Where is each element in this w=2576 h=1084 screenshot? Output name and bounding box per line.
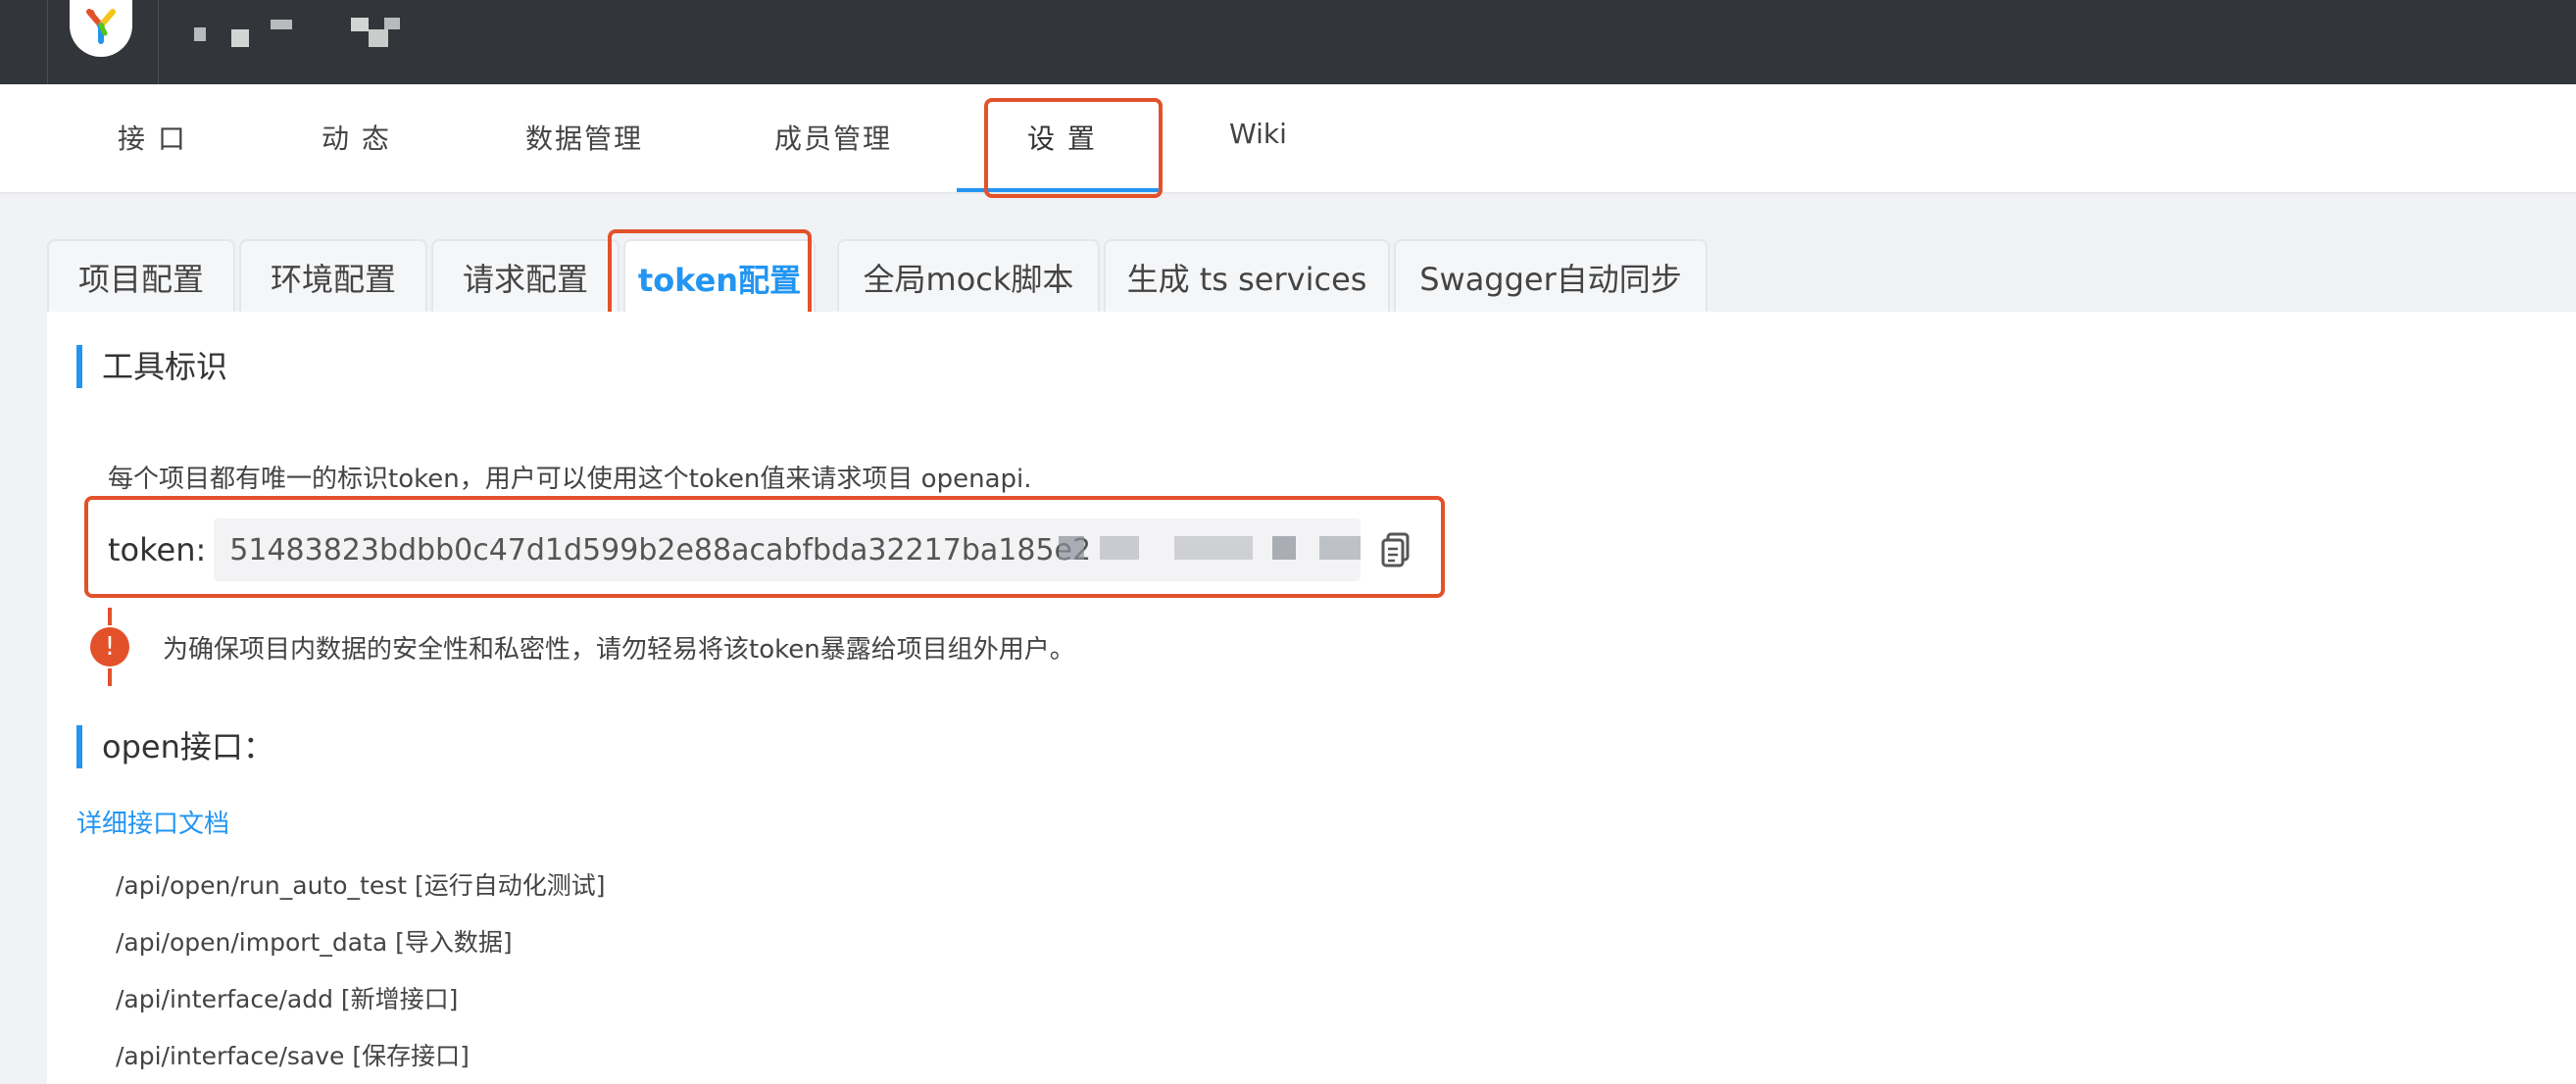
api-item: /api/interface/save [保存接口] <box>116 1042 470 1070</box>
token-config-panel: 工具标识 每个项目都有唯一的标识token，用户可以使用这个token值来请求项… <box>47 312 2576 1084</box>
api-docs-link[interactable]: 详细接口文档 <box>76 804 229 840</box>
api-item: /api/open/run_auto_test [运行自动化测试] <box>116 871 606 900</box>
tab-project-config[interactable]: 项目配置 <box>47 239 235 314</box>
tab-swagger-sync[interactable]: Swagger自动同步 <box>1394 239 1708 314</box>
exclamation-icon: ! <box>90 627 129 666</box>
token-warning: ! 为确保项目内数据的安全性和私密性，请勿轻易将该token暴露给项目组外用户。 <box>90 608 1075 686</box>
token-mask <box>1174 536 1254 560</box>
token-description: 每个项目都有唯一的标识token，用户可以使用这个token值来请求项目 ope… <box>108 465 1032 494</box>
tab-global-mock-script[interactable]: 全局mock脚本 <box>837 239 1100 314</box>
api-item: /api/interface/add [新增接口] <box>116 985 459 1013</box>
token-row: token: 51483823bdbb0c47d1d599b2e88acabfb… <box>108 516 1413 584</box>
yapi-logo-icon[interactable] <box>70 0 132 57</box>
nav-item-activity[interactable]: 动 态 <box>322 118 391 157</box>
active-nav-indicator <box>957 188 1159 192</box>
nav-item-data-management[interactable]: 数据管理 <box>525 118 643 157</box>
settings-tabs: 项目配置 环境配置 请求配置 token配置 全局mock脚本 生成 ts se… <box>0 194 2576 316</box>
logo-container[interactable] <box>47 0 159 84</box>
token-mask <box>1319 536 1362 560</box>
token-value-text: 51483823bdbb0c47d1d599b2e88acabfbda32217… <box>229 532 1092 567</box>
tab-request-config[interactable]: 请求配置 <box>431 239 619 314</box>
project-name-blurred <box>186 18 294 51</box>
tab-token-config[interactable]: token配置 <box>623 239 816 316</box>
top-header <box>0 0 2576 84</box>
token-mask <box>1272 536 1297 560</box>
project-nav: 接 口 动 态 数据管理 成员管理 设 置 Wiki <box>0 84 2576 194</box>
api-item: /api/open/import_data [导入数据] <box>116 928 513 957</box>
nav-item-settings[interactable]: 设 置 <box>1027 118 1097 157</box>
tab-generate-ts-services[interactable]: 生成 ts services <box>1104 239 1390 314</box>
copy-icon[interactable] <box>1378 530 1413 569</box>
warning-text: 为确保项目内数据的安全性和私密性，请勿轻易将该token暴露给项目组外用户。 <box>163 634 1075 665</box>
open-api-title: open接口： <box>76 725 274 768</box>
token-value-field[interactable]: 51483823bdbb0c47d1d599b2e88acabfbda32217… <box>214 518 1362 581</box>
token-mask <box>1059 536 1085 560</box>
warning-line-top <box>108 608 112 625</box>
token-label: token: <box>108 531 207 568</box>
tab-env-config[interactable]: 环境配置 <box>239 239 427 314</box>
nav-item-member-management[interactable]: 成员管理 <box>774 118 892 157</box>
nav-item-interface[interactable]: 接 口 <box>118 118 187 157</box>
nav-item-wiki[interactable]: Wiki <box>1229 118 1287 150</box>
group-name-blurred <box>345 18 414 51</box>
warning-line-bottom <box>108 668 112 686</box>
token-mask <box>1100 536 1140 560</box>
tool-identifier-title: 工具标识 <box>76 345 227 388</box>
